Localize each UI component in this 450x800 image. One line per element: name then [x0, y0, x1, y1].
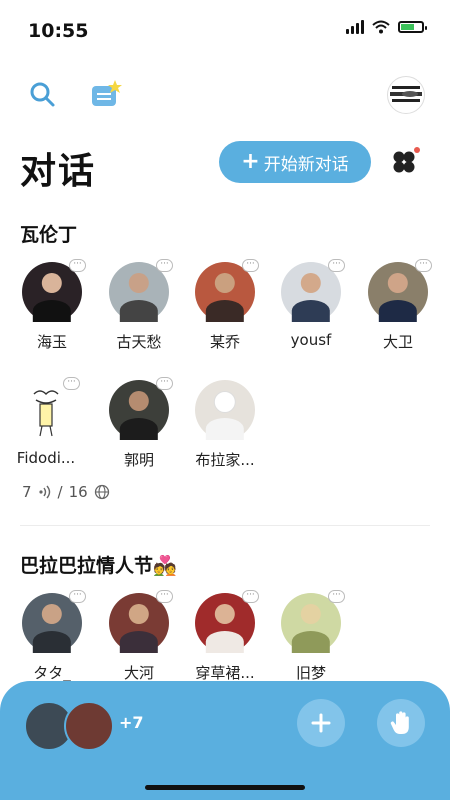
search-icon — [30, 82, 55, 107]
add-button[interactable] — [297, 699, 345, 747]
speaker-item[interactable]: ··· 大河 — [99, 590, 179, 683]
status-bar: 10:55 — [0, 0, 450, 60]
avatar: ··· — [109, 259, 173, 322]
speaker-name: Fidodi... — [16, 449, 76, 467]
speech-bubble-icon: ··· — [328, 590, 345, 603]
search-button[interactable] — [26, 78, 58, 110]
speaker-item[interactable]: ··· タタ_ — [12, 590, 92, 683]
battery-icon — [398, 21, 427, 33]
clover-button[interactable] — [390, 147, 420, 175]
speaker-item[interactable]: ··· 大卫 — [358, 259, 438, 352]
room-counts: 7 / 16 — [22, 483, 110, 501]
speech-bubble-icon: ··· — [328, 259, 345, 272]
speaker-item[interactable]: ··· 某乔 — [185, 259, 265, 352]
speaker-name: タタ_ — [33, 664, 71, 682]
globe-icon — [94, 484, 109, 500]
start-new-chat-label: 开始新对话 — [263, 154, 349, 175]
speech-bubble-icon: ··· — [242, 259, 259, 272]
clover-icon — [393, 147, 420, 173]
speaker-item[interactable]: ··· 穿草裙... — [185, 590, 265, 683]
speaker-item[interactable]: 布拉家... — [185, 380, 265, 470]
profile-avatar-image — [390, 86, 422, 102]
current-room-bar[interactable]: +7 — [0, 681, 450, 800]
speech-bubble-icon: ··· — [242, 590, 259, 603]
speaker-name: 某乔 — [209, 333, 240, 351]
avatar: ··· — [368, 259, 432, 322]
speaker-item[interactable]: ··· 郭明 — [99, 377, 179, 470]
avatar: ··· — [16, 377, 80, 440]
speaker-item[interactable]: ··· Fidodi... — [6, 377, 86, 467]
listening-count: 7 — [22, 483, 32, 501]
envelope-button[interactable] — [88, 76, 124, 112]
participant-avatars — [24, 701, 124, 751]
start-new-chat-button[interactable]: + 开始新对话 — [219, 141, 371, 183]
speaker-item[interactable]: ··· 古天愁 — [99, 259, 179, 352]
status-time: 10:55 — [28, 20, 89, 42]
avatar — [64, 701, 114, 751]
avatar: ··· — [195, 259, 259, 322]
total-count: 16 — [68, 483, 88, 501]
speech-bubble-icon: ··· — [69, 590, 86, 603]
avatar: ··· — [109, 590, 173, 653]
speaker-item[interactable]: ··· yousf — [271, 259, 351, 349]
speaker-name: yousf — [290, 331, 332, 349]
speaker-name: 旧梦 — [295, 664, 326, 682]
avatar: ··· — [281, 259, 345, 322]
speaker-name: 大卫 — [382, 333, 413, 351]
wifi-icon — [372, 20, 390, 34]
speaker-name: 布拉家... — [195, 451, 255, 469]
room-title: 瓦伦丁 — [20, 224, 78, 246]
more-participants-count: +7 — [119, 713, 144, 732]
speaker-item[interactable]: ··· 海玉 — [12, 259, 92, 352]
speech-bubble-icon: ··· — [63, 377, 80, 390]
plus-icon: + — [241, 149, 260, 174]
speech-bubble-icon: ··· — [156, 377, 173, 390]
signal-icon — [346, 20, 364, 34]
speaker-name: 穿草裙... — [195, 664, 255, 682]
speaker-name: 古天愁 — [116, 333, 162, 351]
avatar — [195, 380, 255, 440]
section-divider — [20, 525, 430, 526]
avatar: ··· — [281, 590, 345, 653]
sound-icon — [38, 485, 50, 499]
avatar: ··· — [195, 590, 259, 653]
status-icons — [346, 20, 427, 34]
profile-avatar[interactable] — [387, 76, 425, 114]
speech-bubble-icon: ··· — [69, 259, 86, 272]
raise-hand-icon — [390, 711, 409, 734]
avatar: ··· — [22, 590, 86, 653]
room-title: 巴拉巴拉情人节💑 — [20, 555, 177, 577]
envelope-icon — [92, 80, 122, 106]
avatar: ··· — [109, 377, 173, 440]
speech-bubble-icon: ··· — [156, 590, 173, 603]
speech-bubble-icon: ··· — [156, 259, 173, 272]
plus-icon — [311, 713, 331, 733]
count-separator: / — [57, 483, 63, 501]
raise-hand-button[interactable] — [377, 699, 425, 747]
top-bar — [0, 70, 450, 120]
speaker-name: 海玉 — [36, 333, 67, 351]
page-title: 对话 — [20, 151, 97, 192]
home-indicator — [145, 785, 305, 790]
speaker-item[interactable]: ··· 旧梦 — [271, 590, 351, 683]
speaker-name: 郭明 — [123, 451, 154, 469]
speaker-name: 大河 — [123, 664, 154, 682]
speech-bubble-icon: ··· — [415, 259, 432, 272]
avatar: ··· — [22, 259, 86, 322]
